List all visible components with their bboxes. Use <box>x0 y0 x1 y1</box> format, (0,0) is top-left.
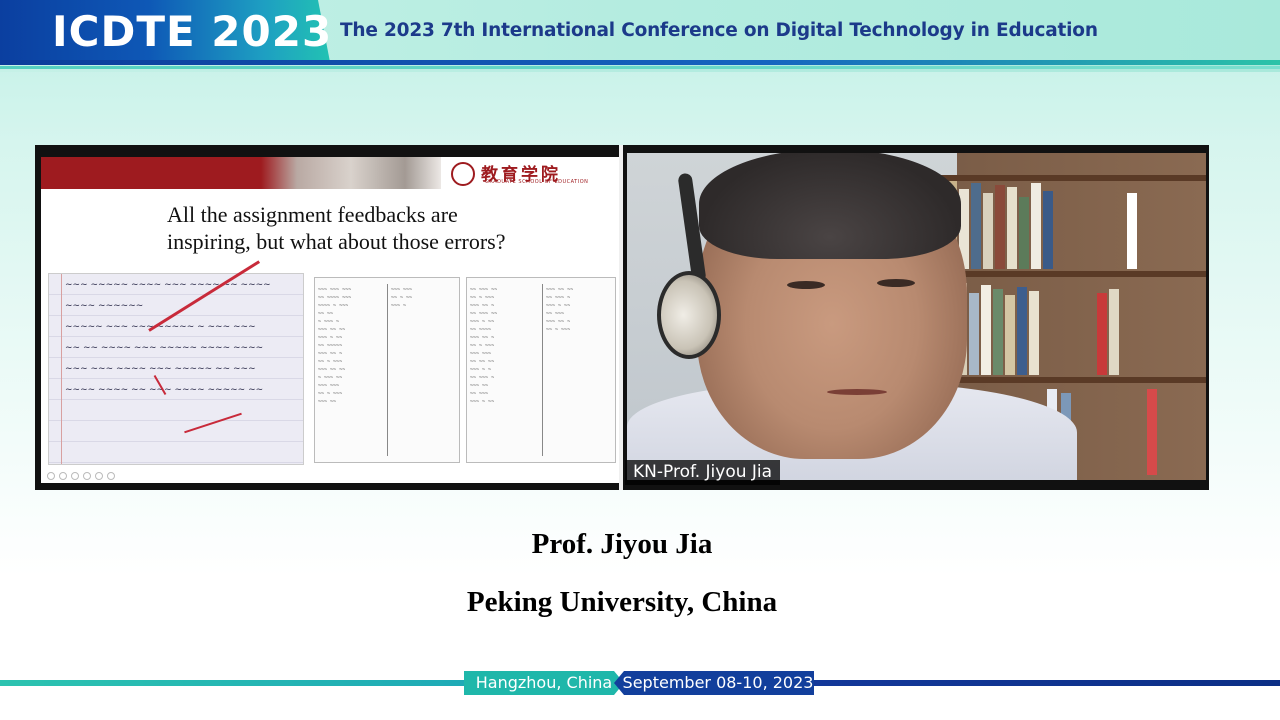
slide-title-line-2: inspiring, but what about those errors? <box>167 229 506 254</box>
header-divider <box>0 60 1280 65</box>
footer-bar-right <box>810 680 1280 686</box>
conference-location: Hangzhou, China <box>464 671 624 695</box>
conference-dates: September 08-10, 2023 <box>614 671 814 695</box>
conference-header: ICDTE 2023 The 2023 7th International Co… <box>0 0 1280 72</box>
speaker-name: Prof. Jiyou Jia <box>531 528 713 560</box>
slide-header-photo <box>261 157 441 189</box>
headphone-icon <box>657 271 721 359</box>
slide-navigation-controls[interactable] <box>47 467 147 480</box>
math-worksheet-1: ~~~ ~~~ ~~~ ~~ ~~~~ ~~~ ~~~~ ~ ~~~ ~~ ~~… <box>314 277 460 463</box>
handwritten-assignment-image: ~~~ ~~~~~ ~~~~ ~~~ ~~~~ ~~ ~~~~ ~~~~ ~~~… <box>48 260 304 465</box>
slide-prev-icon[interactable] <box>47 472 55 480</box>
slide-title: All the assignment feedbacks are inspiri… <box>167 201 587 255</box>
slide-grid-icon[interactable] <box>83 472 91 480</box>
slide-pen-icon[interactable] <box>71 472 79 480</box>
footer-bar-left <box>0 680 470 686</box>
speaker-affiliation: Peking University, China <box>466 586 778 618</box>
bookshelf <box>927 175 1206 181</box>
slide-zoom-icon[interactable] <box>95 472 103 480</box>
math-worksheet-2: ~~ ~~~ ~~ ~~ ~ ~~~ ~~~ ~~ ~ ~~ ~~~ ~~ ~~… <box>466 277 616 463</box>
video-conference-frame: 教育学院 GRADUATE SCHOOL OF EDUCATION All th… <box>35 145 1209 490</box>
slide-title-line-1: All the assignment feedbacks are <box>167 202 458 227</box>
speaker-hair <box>699 153 961 259</box>
header-divider-accent <box>0 66 1280 69</box>
speaker-video-feed[interactable] <box>627 153 1206 480</box>
slide-more-icon[interactable] <box>107 472 115 480</box>
school-name-en: GRADUATE SCHOOL OF EDUCATION <box>485 179 589 185</box>
participant-name-label: KN-Prof. Jiyou Jia <box>625 460 781 485</box>
school-seal-icon <box>451 162 475 186</box>
pane-divider <box>619 145 623 490</box>
shared-slide[interactable]: 教育学院 GRADUATE SCHOOL OF EDUCATION All th… <box>41 157 619 483</box>
conference-logo: ICDTE 2023 <box>52 7 333 56</box>
conference-title: The 2023 7th International Conference on… <box>340 20 1098 41</box>
slide-next-icon[interactable] <box>59 472 67 480</box>
